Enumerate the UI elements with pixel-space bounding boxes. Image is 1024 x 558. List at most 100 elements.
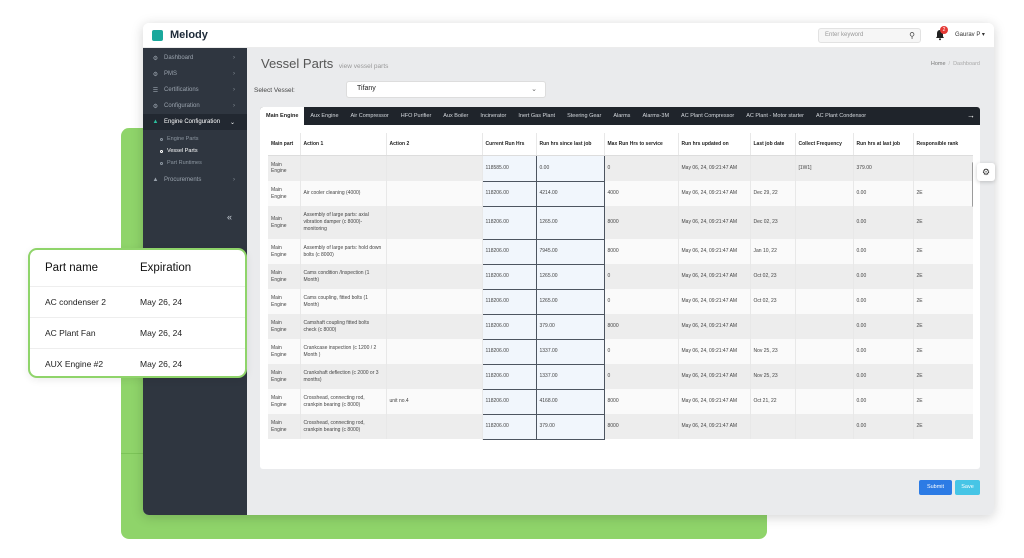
sidebar-item-pms[interactable]: ⚙ PMS › (143, 66, 247, 82)
tab-ac-plant-compressor[interactable]: AC Plant Compressor (675, 107, 740, 125)
tab-main-engine[interactable]: Main Engine (260, 107, 305, 125)
sidebar-sub-engine-parts[interactable]: Engine Parts (143, 133, 247, 145)
tab-next-button[interactable]: → (962, 107, 980, 125)
tab-aux-engine[interactable]: Aux Engine (304, 107, 344, 125)
table-cell: 0 (604, 264, 679, 289)
table-cell: 2E (913, 364, 973, 389)
table-cell (386, 314, 483, 339)
table-cell: 2E (913, 414, 973, 439)
column-header: Responsible rank (913, 133, 973, 156)
table-cell (795, 181, 854, 206)
run-hours-input[interactable]: 118206.00 (481, 338, 537, 365)
vessel-select[interactable]: Tifany ⌄ (346, 81, 546, 98)
table-cell: May 06, 24, 09:21:47 AM (678, 155, 751, 181)
run-hours-input[interactable]: 118206.00 (481, 363, 537, 390)
sidebar-item-certifications[interactable]: ☰ Certifications › (143, 82, 247, 98)
chevron-right-icon: › (233, 103, 235, 109)
table-cell: May 06, 24, 09:21:47 AM (678, 264, 751, 289)
table-cell: Nov 25, 23 (750, 339, 796, 364)
run-hours-input[interactable]: 379.00 (535, 313, 605, 340)
tab-ac-plant-condensor[interactable]: AC Plant Condensor (810, 107, 872, 125)
run-hours-input[interactable]: 118206.00 (481, 238, 537, 265)
tab-hfo-purifier[interactable]: HFO Purifier (395, 107, 438, 125)
tab-inert-gas-plant[interactable]: Inert Gas Plant (512, 107, 561, 125)
sidebar-item-dashboard[interactable]: ⚙ Dashboard › (143, 50, 247, 66)
table-body: Main Engine 118585.00 0.00 0 May 06, 24, 09:… (268, 154, 973, 440)
submit-button[interactable]: Submit (919, 480, 952, 495)
run-hours-input[interactable]: 118206.00 (481, 205, 537, 240)
sidebar-item-label: Configuration (164, 103, 200, 109)
table-cell: 2E (913, 264, 973, 289)
expiration-date: May 26, 24 (140, 328, 183, 338)
table-cell: Oct 02, 23 (750, 289, 796, 314)
table-cell: Main Engine (268, 289, 301, 314)
table-cell (795, 364, 854, 389)
sidebar-item-label: Procurements (164, 177, 202, 183)
run-hours-input[interactable]: 118206.00 (481, 288, 537, 315)
run-hours-input[interactable]: 4214.00 (535, 180, 605, 207)
search-icon[interactable]: ⚲ (909, 31, 915, 40)
sidebar-item-engine-configuration[interactable]: ▲ Engine Configuration ⌄ (143, 114, 247, 130)
tab-incinerator[interactable]: Incinerator (474, 107, 512, 125)
run-hours-input[interactable]: 379.00 (535, 413, 605, 440)
save-button[interactable]: Save (955, 480, 980, 495)
settings-gear-icon[interactable]: ⚙ (977, 163, 995, 181)
table-cell: 0.00 (853, 314, 914, 339)
user-menu[interactable]: Gaurav P ▾ (955, 31, 985, 38)
page-title: Vessel Parts view vessel parts (261, 56, 388, 71)
cog-icon: ⚙ (152, 103, 159, 110)
tab-alarms-3m[interactable]: Alarms-3M (636, 107, 675, 125)
table-cell: Assembly of large parts: axial vibration… (300, 206, 387, 239)
run-hours-input[interactable]: 1337.00 (535, 363, 605, 390)
tab-ac-plant-motor-starter[interactable]: AC Plant - Motor starter (740, 107, 810, 125)
run-hours-input[interactable]: 118206.00 (481, 263, 537, 290)
run-hours-input[interactable]: 0.00 (535, 154, 605, 182)
tab-steering-gear[interactable]: Steering Gear (561, 107, 607, 125)
table-cell: 2E (913, 181, 973, 206)
sidebar-sub-vessel-parts[interactable]: Vessel Parts (143, 145, 247, 157)
sidebar-item-procurements[interactable]: ▲ Procurements › (143, 172, 247, 188)
sidebar-item-configuration[interactable]: ⚙ Configuration › (143, 98, 247, 114)
run-hours-input[interactable]: 1265.00 (535, 205, 605, 240)
collapse-sidebar-button[interactable]: « (227, 212, 232, 222)
breadcrumb-current: Dashboard (953, 61, 980, 67)
table-cell: Main Engine (268, 339, 301, 364)
run-hours-input[interactable]: 118206.00 (481, 413, 537, 440)
tree-icon: ▲ (152, 177, 159, 183)
run-hours-input[interactable]: 118206.00 (481, 180, 537, 207)
chevron-right-icon: › (233, 177, 235, 183)
run-hours-input[interactable]: 118206.00 (481, 313, 537, 340)
table-cell: 0 (604, 289, 679, 314)
table-cell: Main Engine (268, 314, 301, 339)
table-cell (386, 155, 483, 181)
run-hours-input[interactable]: 1265.00 (535, 263, 605, 290)
sidebar-item-label: PMS (164, 71, 178, 77)
sidebar-item-label: Dashboard (164, 55, 194, 61)
chevron-right-icon: › (233, 71, 235, 77)
run-hours-input[interactable]: 1337.00 (535, 338, 605, 365)
run-hours-input[interactable]: 118585.00 (481, 154, 537, 182)
column-header: Run hrs updated on (678, 133, 751, 156)
list-icon: ☰ (152, 87, 159, 94)
table-cell (386, 181, 483, 206)
column-header: Max Run Hrs to service (604, 133, 679, 156)
table-cell: Main Engine (268, 155, 301, 181)
sidebar-sub-part-runtimes[interactable]: Part Runtimes (143, 157, 247, 169)
table-scrollbar[interactable] (972, 162, 973, 207)
run-hours-input[interactable]: 7945.00 (535, 238, 605, 265)
tab-alarms[interactable]: Alarms (607, 107, 636, 125)
tab-aux-boiler[interactable]: Aux Boiler (437, 107, 474, 125)
tab-air-compressor[interactable]: Air Compressor (345, 107, 395, 125)
table-cell: Crankshaft deflection (c 2000 or 3 month… (300, 364, 387, 389)
column-header: Run hrs at last job (853, 133, 914, 156)
search-input[interactable]: Enter keyword ⚲ (818, 28, 921, 43)
run-hours-input[interactable]: 1265.00 (535, 288, 605, 315)
app-logo[interactable]: Melody (152, 29, 208, 41)
search-placeholder: Enter keyword (825, 32, 864, 38)
breadcrumb-home[interactable]: Home (931, 61, 946, 67)
table-row: Main Engine Cams coupling, fitted bolts (… (268, 288, 973, 315)
run-hours-input[interactable]: 4168.00 (535, 388, 605, 415)
table-cell: 8000 (604, 239, 679, 264)
expiration-card-rows: AC condenser 2 May 26, 24 AC Plant Fan May … (30, 286, 245, 379)
run-hours-input[interactable]: 118206.00 (481, 388, 537, 415)
